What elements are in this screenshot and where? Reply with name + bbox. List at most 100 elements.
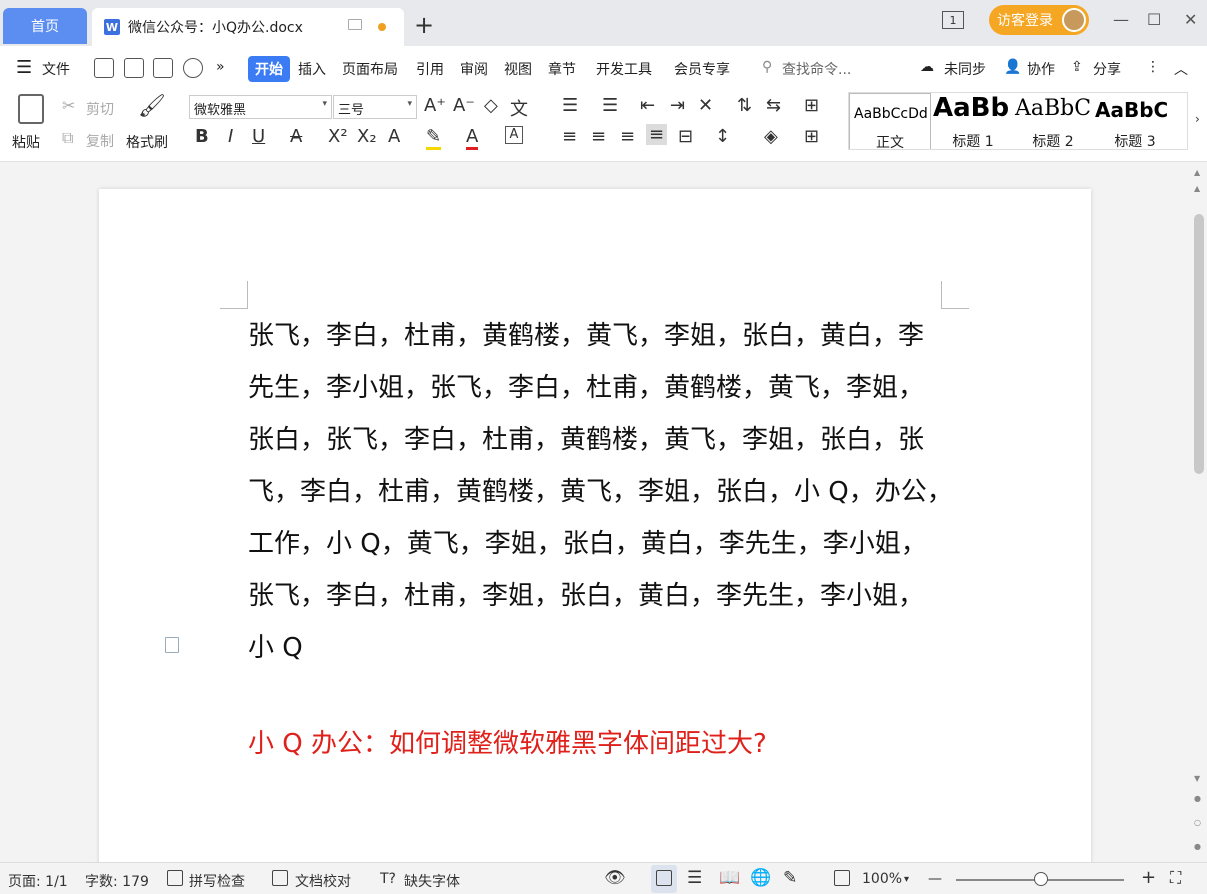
minimize-button[interactable]: — xyxy=(1113,10,1129,29)
doc-proof-icon[interactable] xyxy=(272,870,288,886)
spell-check-button[interactable]: 拼写检查 xyxy=(189,871,245,891)
monitor-icon[interactable] xyxy=(348,19,362,30)
paste-button[interactable]: 粘贴 xyxy=(12,132,40,152)
ribbon-scroll-right-icon[interactable]: › xyxy=(1195,112,1200,126)
share-icon[interactable]: ⇪ xyxy=(1071,59,1083,75)
outline-view-icon[interactable]: ☰ xyxy=(687,868,702,888)
tab-references[interactable]: 引用 xyxy=(416,59,444,79)
sync-status[interactable]: 未同步 xyxy=(944,59,986,79)
tab-chapter[interactable]: 章节 xyxy=(548,59,576,79)
zoom-out-button[interactable]: — xyxy=(928,871,942,887)
bold-icon[interactable]: B xyxy=(195,126,209,147)
align-center-icon[interactable]: ≡ xyxy=(591,126,606,147)
print-icon[interactable] xyxy=(153,58,173,78)
more-tools-icon[interactable]: » xyxy=(216,59,225,75)
new-tab-button[interactable]: + xyxy=(414,11,434,39)
search-icon[interactable]: ⚲ xyxy=(762,59,772,75)
style-heading-1[interactable]: AaBb 标题 1 xyxy=(933,93,1013,149)
zoom-level[interactable]: 100% xyxy=(862,871,902,887)
page-view-icon[interactable] xyxy=(656,870,672,886)
tab-insert[interactable]: 插入 xyxy=(298,59,326,79)
show-hide-icon[interactable]: ⇆ xyxy=(766,95,781,116)
next-page-icon[interactable]: ● xyxy=(1194,842,1201,851)
grow-font-icon[interactable]: A⁺ xyxy=(424,95,446,116)
bullets-icon[interactable]: ☰ xyxy=(562,95,578,116)
close-button[interactable]: ✕ xyxy=(1184,10,1197,29)
select-browse-icon[interactable]: ○ xyxy=(1194,818,1201,827)
missing-font-icon[interactable]: T? xyxy=(380,871,396,887)
share-button[interactable]: 分享 xyxy=(1093,59,1121,79)
prev-page-icon[interactable]: ● xyxy=(1194,794,1201,803)
word-count[interactable]: 字数: 179 xyxy=(85,871,149,891)
export-icon[interactable] xyxy=(124,58,144,78)
home-tab[interactable]: 首页 xyxy=(3,8,87,44)
reading-view-icon[interactable]: 📖 xyxy=(719,868,740,888)
file-menu[interactable]: 文件 xyxy=(42,59,70,79)
tab-review[interactable]: 审阅 xyxy=(460,59,488,79)
more-menu-icon[interactable]: ⋮ xyxy=(1146,59,1160,75)
table-icon[interactable]: ⊞ xyxy=(804,95,819,116)
collapse-ribbon-icon[interactable]: ︿ xyxy=(1174,59,1188,79)
pinyin-icon[interactable]: 文 xyxy=(510,95,528,121)
numbering-icon[interactable]: ☰ xyxy=(602,95,618,116)
format-painter-icon[interactable]: 🖌 xyxy=(138,94,166,119)
scroll-up-icon[interactable]: ▲ xyxy=(1194,168,1200,177)
scroll-up-icon[interactable]: ▲ xyxy=(1194,184,1200,193)
collab-button[interactable]: 协作 xyxy=(1027,59,1055,79)
document-body[interactable]: 张飞，李白，杜甫，黄鹤楼，黄飞，李姐，张白，黄白，李 先生，李小姐，张飞，李白，… xyxy=(248,310,953,674)
spell-check-icon[interactable] xyxy=(167,870,183,886)
tab-page-layout[interactable]: 页面布局 xyxy=(342,59,398,79)
text-effect-icon[interactable]: A xyxy=(388,126,400,147)
vertical-scrollbar[interactable]: ▲ ▲ ▼ ● ○ ● xyxy=(1190,162,1207,862)
missing-font-button[interactable]: 缺失字体 xyxy=(404,871,460,891)
chinese-layout-icon[interactable]: ✕ xyxy=(698,95,713,116)
strikethrough-icon[interactable]: A xyxy=(290,126,302,147)
font-size-select[interactable]: 三号 ▾ xyxy=(333,95,417,119)
guest-login-button[interactable]: 访客登录 xyxy=(989,5,1089,35)
clear-format-icon[interactable]: ◇ xyxy=(484,95,498,116)
cloud-sync-icon[interactable]: ☁ xyxy=(920,59,934,75)
highlight-icon[interactable]: ✎ xyxy=(426,126,442,150)
chevron-down-icon[interactable]: ▾ xyxy=(904,874,909,885)
tab-member[interactable]: 会员专享 xyxy=(674,59,730,79)
fit-page-icon[interactable] xyxy=(834,870,850,886)
borders-icon[interactable]: ⊞ xyxy=(804,126,819,147)
scroll-down-icon[interactable]: ▼ xyxy=(1194,774,1200,783)
line-spacing-icon[interactable]: ↕ xyxy=(715,126,730,147)
tab-start[interactable]: 开始 xyxy=(248,56,290,82)
align-left-icon[interactable]: ≡ xyxy=(562,126,577,147)
paragraph-layout-icon[interactable] xyxy=(165,637,179,653)
shading-icon[interactable]: ◈ xyxy=(764,126,778,147)
tab-view[interactable]: 视图 xyxy=(504,59,532,79)
cut-button[interactable]: 剪切 xyxy=(86,99,114,119)
style-normal[interactable]: AaBbCcDd 正文 xyxy=(849,93,931,149)
copy-icon[interactable]: ⧉ xyxy=(62,128,73,148)
page-indicator[interactable]: 页面: 1/1 xyxy=(8,871,68,891)
collab-icon[interactable]: 👤 xyxy=(1004,59,1021,75)
zoom-slider-handle[interactable] xyxy=(1034,872,1048,886)
write-mode-icon[interactable]: ✎ xyxy=(783,868,797,888)
style-heading-2[interactable]: AaBbC 标题 2 xyxy=(1013,93,1093,149)
font-name-select[interactable]: 微软雅黑 ▾ xyxy=(189,95,332,119)
justify-icon[interactable]: ≡ xyxy=(646,124,668,145)
format-painter-button[interactable]: 格式刷 xyxy=(126,132,168,152)
distributed-icon[interactable]: ⊟ xyxy=(678,126,693,147)
window-count-icon[interactable]: 1 xyxy=(942,11,964,29)
document-page[interactable]: 张飞，李白，杜甫，黄鹤楼，黄飞，李姐，张白，黄白，李 先生，李小姐，张飞，李白，… xyxy=(99,189,1091,889)
paste-icon[interactable] xyxy=(18,94,44,124)
underline-icon[interactable]: U xyxy=(252,126,265,147)
doc-proof-button[interactable]: 文档校对 xyxy=(295,871,351,891)
scissors-icon[interactable]: ✂ xyxy=(62,96,75,115)
font-color-icon[interactable]: A xyxy=(466,126,479,150)
decrease-indent-icon[interactable]: ⇤ xyxy=(640,95,655,116)
scrollbar-thumb[interactable] xyxy=(1194,214,1204,474)
copy-button[interactable]: 复制 xyxy=(86,131,114,151)
zoom-in-button[interactable]: + xyxy=(1141,867,1156,888)
document-tab[interactable]: W 微信公众号：小Q办公.docx xyxy=(92,8,404,46)
italic-icon[interactable]: I xyxy=(228,126,233,147)
command-search-input[interactable]: 查找命令... xyxy=(782,59,851,79)
hamburger-icon[interactable]: ☰ xyxy=(16,57,32,78)
eye-protection-icon[interactable]: 👁 xyxy=(604,868,626,888)
shrink-font-icon[interactable]: A⁻ xyxy=(453,95,475,116)
subscript-icon[interactable]: X₂ xyxy=(357,126,377,147)
